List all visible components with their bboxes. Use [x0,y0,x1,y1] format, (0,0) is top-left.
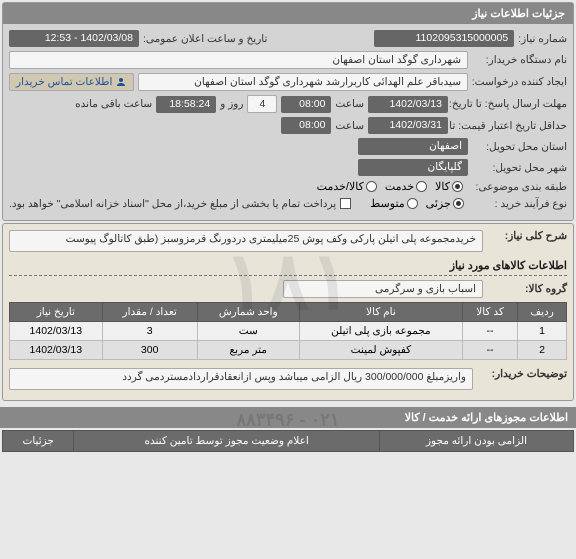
process-radio-group: جزئی متوسط [370,197,464,210]
radio-label: متوسط [370,197,405,210]
label-valid-from: حداقل تاریخ اعتبار قیمت: تا تاریخ: [452,120,567,132]
label-notes: توضیحات خریدار: [477,368,567,380]
footer-col-1: الزامی بودن ارائه مجوز [379,431,573,452]
value-deadline-date: 1402/03/13 [368,96,448,113]
label-payment-note: پرداخت تمام یا بخشی از مبلغ خرید،از محل … [9,198,336,210]
contact-button[interactable]: اطلاعات تماس خریدار [9,73,134,91]
label-deadline: مهلت ارسال پاسخ: تا تاریخ: [452,98,567,110]
user-icon [115,76,127,88]
value-valid-time: 08:00 [281,117,331,134]
col-qty: تعداد / مقدار [102,303,197,322]
radio-label: جزئی [426,197,451,210]
footer-table: الزامی بودن ارائه مجوز اعلام وضعیت مجوز … [2,430,574,452]
footer-col-2: اعلام وضعیت مجوز توسط تامین کننده [74,431,380,452]
radio-icon [407,198,418,209]
value-deadline-time: 08:00 [281,96,331,113]
label-group: گروه کالا: [487,283,567,295]
cell: 3 [102,322,197,341]
value-remain-days: 4 [247,95,277,113]
value-buyer-org: شهرداری گوگد استان اصفهان [9,51,468,69]
col-name: نام کالا [299,303,462,322]
cell: 300 [102,341,197,360]
col-date: تاریخ نیاز [10,303,103,322]
value-requester: سیدباقر علم الهدائی کاربرارشد شهرداری گو… [138,73,468,91]
cell: -- [463,341,518,360]
cell: 1402/03/13 [10,322,103,341]
label-remain: ساعت باقی مانده [75,98,152,110]
footer-col-3: جزئیات [3,431,74,452]
detail-panel: شرح کلی نیاز: خریدمجموعه پلی اتیلن پارکی… [2,223,574,401]
cell: متر مربع [197,341,299,360]
radio-label: کالا/خدمت [317,180,364,193]
label-time-1: ساعت [335,98,364,110]
col-row: ردیف [518,303,567,322]
label-classify: طبقه بندی موضوعی: [467,181,567,193]
footer-title: اطلاعات مجوزهای ارائه خدمت / کالا [0,407,576,428]
label-day: روز و [220,98,243,110]
label-process-type: نوع فرآیند خرید : [468,198,567,210]
radio-classify-kala[interactable]: کالا [435,180,463,193]
label-desc: شرح کلی نیاز: [487,230,567,242]
cell: 1 [518,322,567,341]
value-delivery-city: گلپایگان [358,159,468,176]
radio-process-medium[interactable]: متوسط [370,197,418,210]
col-unit: واحد شمارش [197,303,299,322]
value-notes: واریزمبلغ 300/000/000 ریال الزامی میباشد… [9,368,473,390]
classify-radio-group: کالا خدمت کالا/خدمت [317,180,463,193]
value-need-city: اصفهان [358,138,468,155]
label-need-no: شماره نیاز: [518,33,567,45]
value-valid-date: 1402/03/31 [368,117,448,134]
table-row[interactable]: 2 -- کفپوش لمینت متر مربع 300 1402/03/13 [10,341,567,360]
label-time-2: ساعت [335,120,364,132]
radio-classify-both[interactable]: کالا/خدمت [317,180,377,193]
radio-icon [452,181,463,192]
table-row[interactable]: 1 -- مجموعه بازی پلی اتیلن ست 3 1402/03/… [10,322,567,341]
radio-label: کالا [435,180,450,193]
items-header: اطلاعات کالاهای مورد نیاز [9,256,567,276]
col-code: کد کالا [463,303,518,322]
value-group: اسباب بازی و سرگرمی [283,280,483,298]
label-need-city: استان محل تحویل: [472,141,567,153]
radio-process-minor[interactable]: جزئی [426,197,464,210]
main-panel: جزئیات اطلاعات نیاز شماره نیاز: 11020953… [2,2,574,221]
radio-classify-khedmat[interactable]: خدمت [385,180,427,193]
radio-icon [416,181,427,192]
cell: -- [463,322,518,341]
cell: مجموعه بازی پلی اتیلن [299,322,462,341]
value-remain-time: 18:58:24 [156,96,216,113]
cell: کفپوش لمینت [299,341,462,360]
payment-checkbox[interactable] [340,198,351,209]
value-need-no: 1102095315000005 [374,30,514,47]
panel-header-title: جزئیات اطلاعات نیاز [3,3,573,24]
radio-icon [453,198,464,209]
contact-button-label: اطلاعات تماس خریدار [16,76,112,88]
value-public-datetime: 1402/03/08 - 12:53 [9,30,139,47]
cell: 1402/03/13 [10,341,103,360]
radio-icon [366,181,377,192]
label-public-datetime: تاریخ و ساعت اعلان عمومی: [143,33,267,45]
items-table: ردیف کد کالا نام کالا واحد شمارش تعداد /… [9,302,567,360]
cell: ست [197,322,299,341]
label-buyer-org: نام دستگاه خریدار: [472,54,567,66]
label-delivery-city: شهر محل تحویل: [472,162,567,174]
value-desc: خریدمجموعه پلی اتیلن پارکی وکف پوش 25میل… [9,230,483,252]
cell: 2 [518,341,567,360]
label-requester: ایجاد کننده درخواست: [472,76,567,88]
radio-label: خدمت [385,180,414,193]
